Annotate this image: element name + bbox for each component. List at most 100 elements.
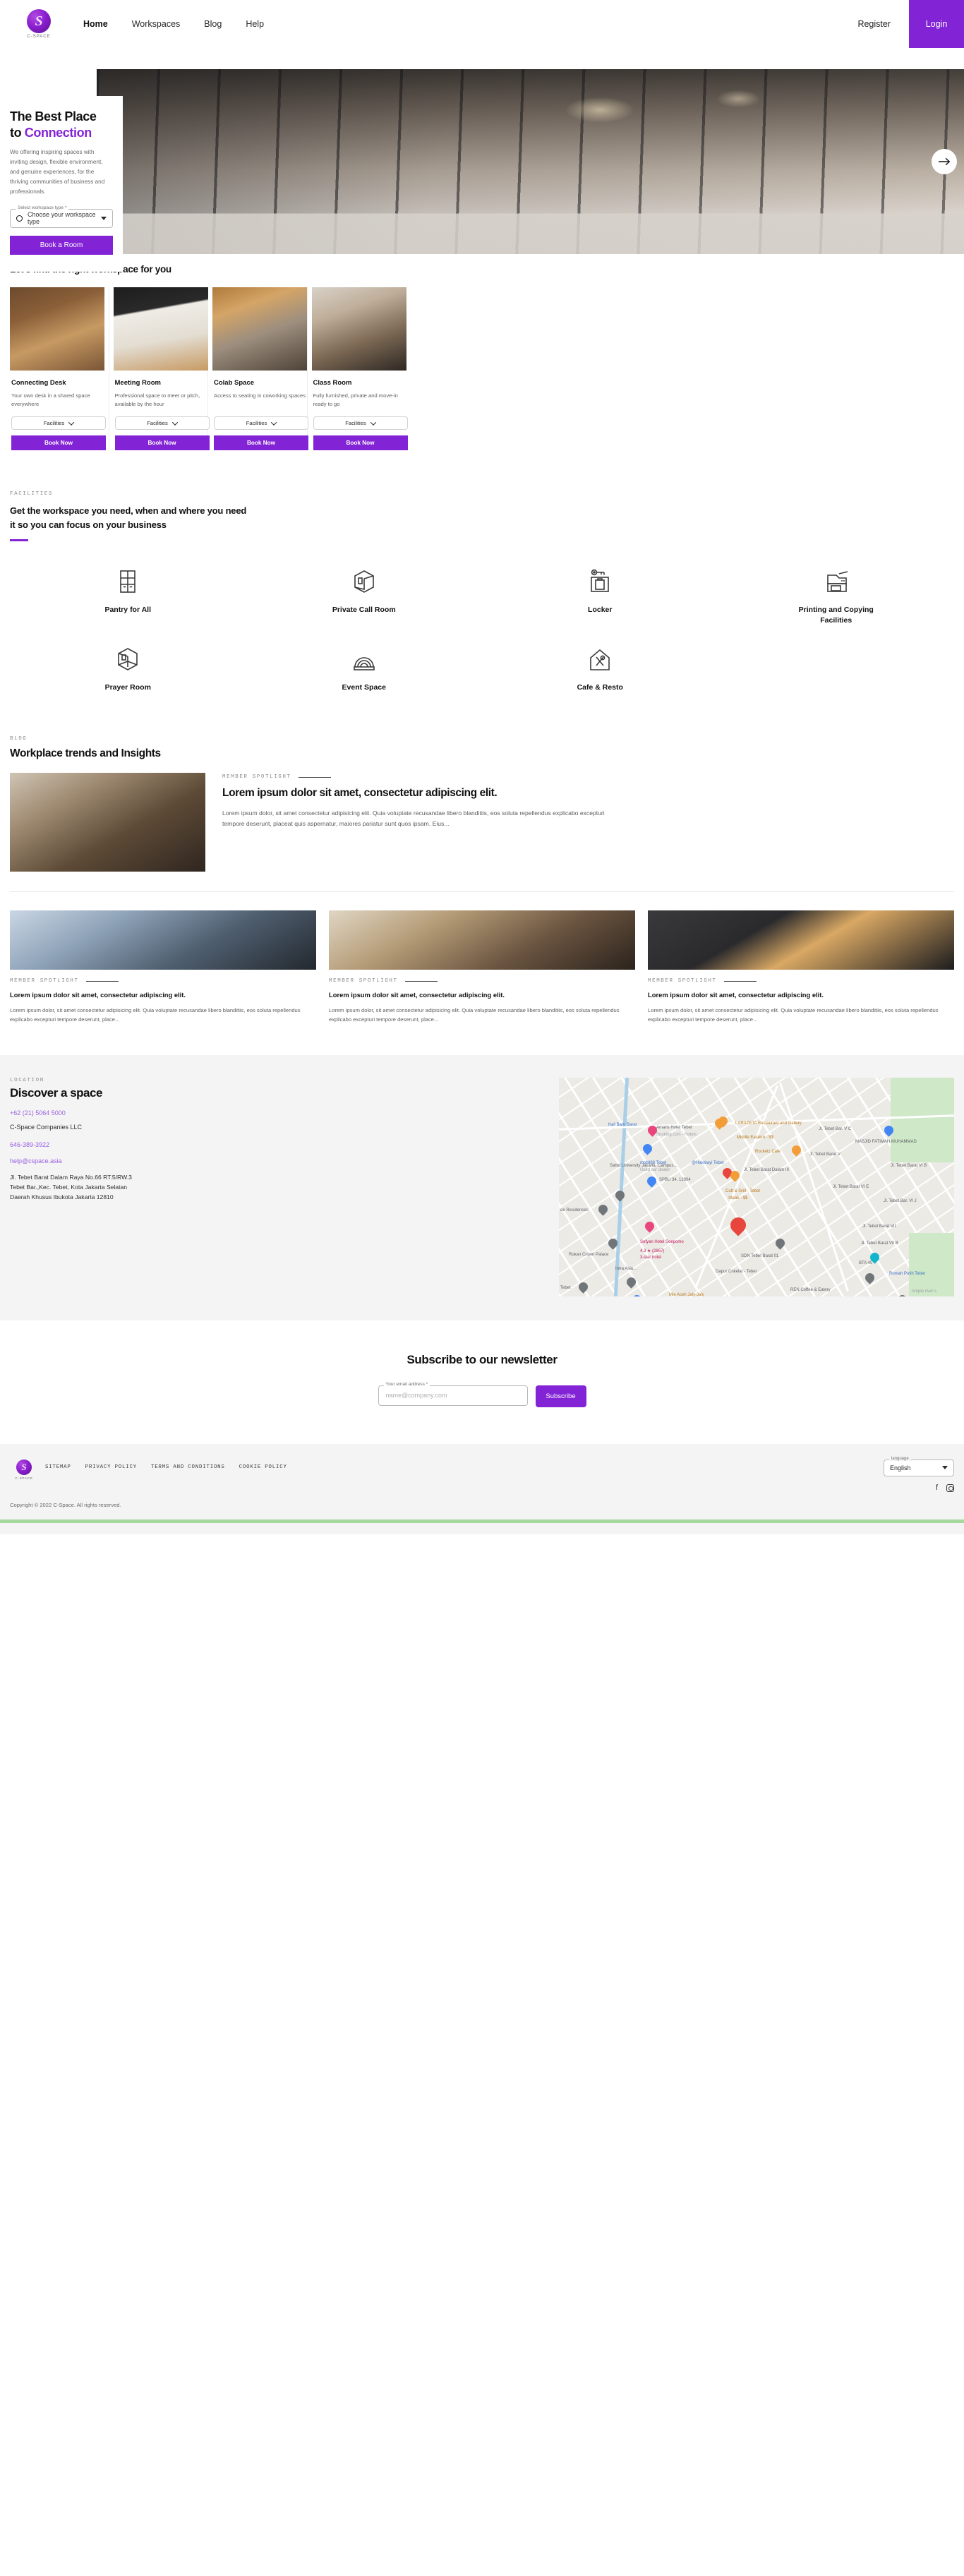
workspace-type-select[interactable]: Select workspace type * Choose your work…	[10, 205, 113, 228]
blog-card-spotlight-row: MEMBER SPOTLIGHT	[329, 978, 635, 984]
workspace-card[interactable]: Connecting Desk Your own desk in a share…	[10, 287, 109, 450]
blog-card[interactable]: MEMBER SPOTLIGHT Lorem ipsum dolor sit a…	[329, 910, 635, 1023]
map-pin[interactable]	[882, 1124, 896, 1138]
workspace-card[interactable]: Colab Space Access to seating in coworki…	[208, 287, 308, 450]
book-now-button[interactable]: Book Now	[313, 435, 408, 450]
book-now-button[interactable]: Book Now	[214, 435, 308, 450]
workspace-card-desc: Access to seating in coworking spaces	[214, 392, 306, 399]
map-pin[interactable]	[630, 1293, 644, 1296]
map-pin[interactable]	[728, 1169, 742, 1183]
language-select[interactable]: language English	[884, 1456, 954, 1476]
spotlight-rule	[404, 980, 438, 982]
facility-label: Pantry for All	[104, 606, 152, 615]
map-pin[interactable]	[773, 1236, 787, 1251]
footer-link-privacy-policy[interactable]: PRIVACY POLICY	[85, 1464, 137, 1470]
workspace-icon	[16, 215, 23, 222]
map-label: Used car dealer	[640, 1167, 670, 1172]
map-pin[interactable]	[606, 1236, 620, 1251]
map-pin[interactable]	[613, 1188, 627, 1203]
book-now-button[interactable]: Book Now	[114, 435, 210, 450]
blog-card-body: Lorem ipsum dolor, sit amet consectetur …	[10, 1006, 301, 1023]
workspace-card-title: Connecting Desk	[11, 379, 66, 387]
hero-next-slide-button[interactable]	[932, 149, 957, 174]
email-input[interactable]	[385, 1392, 520, 1400]
facilities-dropdown-button[interactable]: Facilities	[114, 416, 210, 430]
phone-primary-link[interactable]: +62 (21) 5064 5000	[10, 1109, 405, 1117]
facilities-dropdown-button[interactable]: Facilities	[313, 416, 408, 430]
blog-card[interactable]: MEMBER SPOTLIGHT Lorem ipsum dolor sit a…	[10, 910, 316, 1023]
social-links: f	[884, 1483, 954, 1492]
nav-item-help[interactable]: Help	[246, 19, 264, 29]
book-now-button[interactable]: Book Now	[11, 435, 106, 450]
facility-item[interactable]: Locker	[482, 567, 718, 625]
footer-link-terms-and-conditions[interactable]: TERMS AND CONDITIONS	[151, 1464, 225, 1470]
brand-logo[interactable]: S C-SPACE	[0, 0, 68, 48]
map-label: Jl. Tebet Barat VI B	[891, 1163, 927, 1168]
blog-card-spotlight-label: MEMBER SPOTLIGHT	[329, 978, 398, 985]
hero-subtitle: We offering inspiring spaces with inviti…	[10, 149, 105, 195]
chevron-down-icon	[942, 1466, 948, 1470]
facility-item[interactable]: Private Call Room	[246, 567, 483, 625]
facilities-dropdown-button[interactable]: Facilities	[11, 416, 106, 430]
newsletter-email-field[interactable]: Your email address *	[378, 1381, 528, 1406]
footer-brand-logo[interactable]: S C-SPACE	[10, 1459, 38, 1480]
facility-label: Prayer Room	[104, 682, 151, 692]
prayer-room-icon	[116, 644, 139, 671]
map-pin-current-location[interactable]	[727, 1214, 749, 1237]
spotlight-rule	[85, 980, 119, 982]
cspace-logo-icon: S	[27, 9, 51, 33]
instagram-icon[interactable]	[946, 1483, 954, 1492]
workspace-card[interactable]: Meeting Room Professional space to meet …	[109, 287, 210, 450]
featured-article[interactable]: MEMBER SPOTLIGHT Lorem ipsum dolor sit a…	[10, 773, 954, 872]
footer-link-cookie-policy[interactable]: COOKIE POLICY	[239, 1464, 287, 1470]
location-map[interactable]: Kali Baru Barat Amaris Hotel Tebet Booki…	[559, 1077, 954, 1296]
workspaces-section: Let's find the right workspace for you C…	[0, 233, 964, 450]
map-label: LARAZETA Restaurant and Gallery	[735, 1121, 802, 1126]
blog-card[interactable]: MEMBER SPOTLIGHT Lorem ipsum dolor sit a…	[648, 910, 954, 1023]
facebook-icon[interactable]: f	[936, 1483, 938, 1492]
login-button[interactable]: Login	[909, 0, 964, 48]
map-pin[interactable]	[863, 1271, 876, 1285]
email-link[interactable]: help@cspace.asia	[10, 1157, 405, 1164]
nav-item-workspaces[interactable]: Workspaces	[132, 19, 181, 29]
workspace-type-value: Choose your workspace type	[28, 211, 96, 226]
footer-wordmark: C-SPACE	[15, 1476, 33, 1480]
map-pin[interactable]	[643, 1220, 656, 1234]
hero-title-line-1: The Best Place	[10, 109, 97, 124]
nav-item-home[interactable]: Home	[83, 19, 108, 29]
facility-item[interactable]: Event Space	[246, 644, 483, 693]
map-pin[interactable]	[790, 1143, 803, 1157]
map-pin[interactable]	[596, 1203, 610, 1217]
facility-label: Private Call Room	[332, 606, 396, 615]
facilities-dropdown-button[interactable]: Facilities	[214, 416, 308, 430]
book-a-room-button[interactable]: Book a Room	[10, 235, 113, 255]
facilities-heading: Get the workspace you need, when and whe…	[10, 504, 954, 532]
workspace-card-grid: Connecting Desk Your own desk in a share…	[10, 287, 954, 450]
hero-copy-panel: The Best Place to Connection We offering…	[0, 96, 123, 272]
private-call-room-icon	[353, 567, 375, 594]
language-label: language	[889, 1456, 911, 1461]
facilities-eyebrow: FACILITIES	[10, 491, 54, 497]
map-pin[interactable]	[896, 1293, 909, 1296]
map-pin[interactable]	[577, 1280, 590, 1294]
facility-item[interactable]: Pantry for All	[10, 567, 246, 625]
map-pin[interactable]	[713, 1117, 726, 1131]
location-details: LOCATION Discover a space +62 (21) 5064 …	[10, 1078, 405, 1296]
nav-item-blog[interactable]: Blog	[204, 19, 222, 29]
subscribe-button[interactable]: Subscribe	[535, 1385, 586, 1407]
facilities-grid: Pantry for All Private Call Room Locker …	[10, 567, 954, 692]
workspace-card[interactable]: Class Room Fully furnished, private and …	[308, 287, 408, 450]
map-pin[interactable]	[641, 1142, 654, 1156]
facility-item[interactable]: Printing and Copying Facilities	[718, 567, 955, 625]
facility-item[interactable]: Prayer Room	[10, 644, 246, 693]
footer-link-sitemap[interactable]: SITEMAP	[45, 1464, 71, 1470]
facility-item[interactable]: Cafe & Resto	[482, 644, 718, 693]
header-actions: Register Login	[839, 0, 964, 48]
phone-secondary-link[interactable]: 646-389-3922	[10, 1141, 405, 1148]
map-pin[interactable]	[625, 1275, 638, 1289]
blog-card-image	[329, 910, 635, 970]
map-pin[interactable]	[645, 1174, 658, 1188]
facilities-section: FACILITIES Get the workspace you need, w…	[0, 450, 964, 692]
map-label: mobil88 Tebet	[640, 1160, 667, 1165]
register-button[interactable]: Register	[839, 0, 909, 48]
